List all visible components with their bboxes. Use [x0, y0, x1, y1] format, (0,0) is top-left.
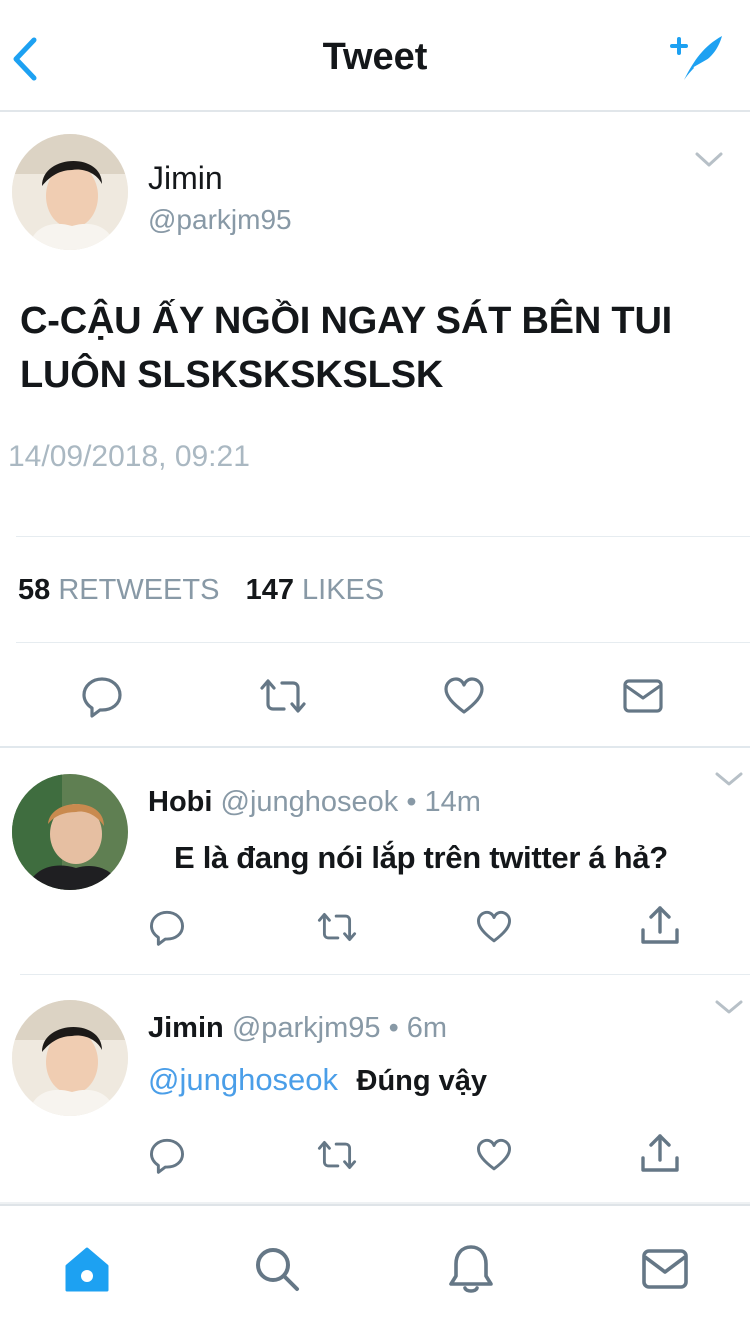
reply-2-time: • 6m — [388, 1012, 448, 1044]
compose-tweet-icon[interactable] — [664, 30, 726, 84]
page-title: Tweet — [322, 36, 428, 78]
tab-bar — [0, 1204, 750, 1336]
search-icon[interactable] — [252, 1244, 302, 1294]
reply-2-mention[interactable]: @junghoseok — [148, 1062, 338, 1097]
header-divider — [0, 110, 750, 112]
main-tweet-handle[interactable]: @parkjm95 — [148, 204, 292, 236]
reply-2-handle[interactable]: @parkjm95 — [232, 1012, 381, 1044]
reply-1-handle[interactable]: @junghoseok — [221, 786, 399, 818]
retweet-icon[interactable] — [316, 910, 358, 944]
reply-icon[interactable] — [148, 908, 186, 946]
retweet-icon[interactable] — [316, 1138, 358, 1172]
retweet-icon[interactable] — [258, 676, 308, 716]
chevron-down-icon[interactable] — [694, 150, 724, 170]
message-icon[interactable] — [622, 676, 664, 716]
divider — [16, 536, 750, 537]
message-icon[interactable] — [640, 1246, 690, 1292]
retweet-count[interactable]: 58 — [18, 574, 50, 606]
reply-1-avatar[interactable] — [12, 774, 128, 890]
like-icon[interactable] — [442, 674, 486, 718]
like-icon[interactable] — [474, 1136, 514, 1174]
reply-2-text: Đúng vậy — [356, 1065, 488, 1097]
reply-1-header: Hobi @junghoseok • 14m — [148, 786, 481, 819]
notifications-icon[interactable] — [446, 1242, 496, 1296]
divider — [16, 642, 750, 643]
reply-2-name[interactable]: Jimin — [148, 1012, 224, 1044]
reply-icon[interactable] — [80, 674, 124, 718]
header-bar: Tweet — [0, 0, 750, 112]
reply-1-text: E là đang nói lắp trên twitter á hả? — [174, 840, 668, 875]
reply-1-name[interactable]: Hobi — [148, 786, 212, 818]
chevron-down-icon[interactable] — [714, 998, 744, 1016]
reply-2-body: @junghoseok Đúng vậy — [148, 1062, 487, 1098]
main-tweet-text-line-1: C-CẬU ẤY NGỒI NGAY SÁT BÊN TUI — [20, 300, 673, 342]
share-icon[interactable] — [638, 904, 682, 948]
divider — [0, 746, 750, 748]
reply-1-time: • 14m — [406, 786, 481, 818]
main-tweet-text: C-CẬU ẤY NGỒI NGAY SÁT BÊN TUI LUÔN SLSK… — [20, 294, 672, 402]
tweet-stats: 58 RETWEETS 147 LIKES — [18, 574, 384, 607]
reply-2-avatar[interactable] — [12, 1000, 128, 1116]
divider — [20, 974, 750, 975]
chevron-down-icon[interactable] — [714, 770, 744, 788]
main-tweet-text-line-2: LUÔN SLSKSKSKSLSK — [20, 354, 444, 396]
main-tweet-timestamp: 14/09/2018, 09:21 — [8, 440, 250, 473]
share-icon[interactable] — [638, 1132, 682, 1176]
like-icon[interactable] — [474, 908, 514, 946]
reply-2-header: Jimin @parkjm95 • 6m — [148, 1012, 447, 1045]
main-tweet-avatar[interactable] — [12, 134, 128, 250]
reply-icon[interactable] — [148, 1136, 186, 1174]
home-icon[interactable] — [62, 1244, 112, 1294]
main-tweet-name[interactable]: Jimin — [148, 160, 223, 197]
retweet-label[interactable]: RETWEETS — [58, 574, 219, 606]
like-label[interactable]: LIKES — [302, 574, 384, 606]
like-count[interactable]: 147 — [246, 574, 294, 606]
